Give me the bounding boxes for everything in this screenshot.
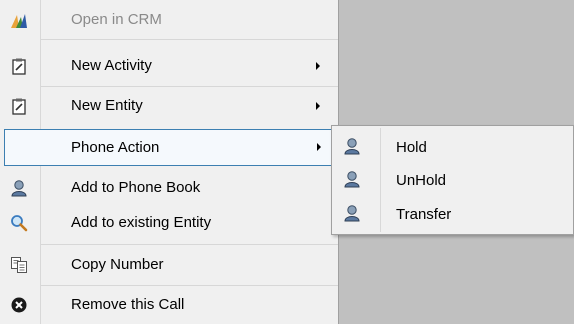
submenu-item-hold[interactable]: Hold xyxy=(332,131,573,164)
menu-item-label: Add to Phone Book xyxy=(71,179,201,196)
crm-logo-icon xyxy=(10,11,28,29)
menu-item-phone-action[interactable]: Phone Action xyxy=(4,129,334,166)
menu-separator xyxy=(41,86,338,87)
magnifier-icon xyxy=(10,214,28,232)
menu-item-label: Copy Number xyxy=(71,256,164,273)
menu-item-label: New Activity xyxy=(71,57,152,74)
menu-separator xyxy=(41,39,338,40)
copy-icon xyxy=(10,256,28,274)
user-icon xyxy=(343,204,361,222)
user-icon xyxy=(10,179,28,197)
menu-separator xyxy=(41,285,338,286)
user-icon xyxy=(343,137,361,155)
clipboard-icon xyxy=(10,57,28,75)
submenu-item-transfer[interactable]: Transfer xyxy=(332,198,573,231)
menu-item-add-to-phone-book[interactable]: Add to Phone Book xyxy=(0,170,338,206)
menu-item-open-in-crm[interactable]: Open in CRM xyxy=(0,2,338,38)
menu-item-label: Open in CRM xyxy=(71,11,162,28)
submenu-item-label: Hold xyxy=(396,139,427,156)
menu-item-label: Remove this Call xyxy=(71,296,185,313)
remove-icon xyxy=(10,296,28,314)
menu-item-label: Add to existing Entity xyxy=(71,214,212,231)
submenu-item-unhold[interactable]: UnHold xyxy=(332,164,573,197)
menu-item-new-entity[interactable]: New Entity xyxy=(0,88,338,124)
clipboard-icon xyxy=(10,97,28,115)
phone-action-submenu: Hold UnHold Transfer xyxy=(331,125,574,235)
submenu-arrow-icon xyxy=(316,102,320,110)
submenu-arrow-icon xyxy=(316,62,320,70)
menu-separator xyxy=(41,244,338,245)
submenu-item-label: Transfer xyxy=(396,206,452,223)
user-icon xyxy=(343,170,361,188)
submenu-arrow-icon xyxy=(317,143,321,151)
menu-item-remove-this-call[interactable]: Remove this Call xyxy=(0,287,338,323)
menu-item-new-activity[interactable]: New Activity xyxy=(0,48,338,84)
menu-item-copy-number[interactable]: Copy Number xyxy=(0,247,338,283)
menu-item-label: Phone Action xyxy=(71,139,160,156)
context-menu: Open in CRM New Activity New Entity Phon xyxy=(0,0,339,324)
submenu-item-label: UnHold xyxy=(396,172,447,189)
menu-item-add-to-existing-entity[interactable]: Add to existing Entity xyxy=(0,205,338,241)
menu-item-label: New Entity xyxy=(71,97,143,114)
